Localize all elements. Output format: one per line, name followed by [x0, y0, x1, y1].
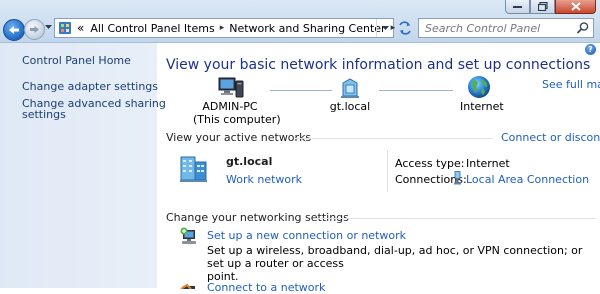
help-icon[interactable]: ?	[585, 44, 596, 55]
network-adapter-icon	[453, 171, 462, 185]
setup-new-connection-description: Set up a wireless, broadband, dial-up, a…	[207, 244, 597, 283]
address-bar[interactable]: « All Control Panel Items ▸ Network and …	[54, 18, 395, 38]
search-input[interactable]	[419, 19, 577, 37]
network-name: gt.local	[329, 100, 371, 113]
address-history-dropdown[interactable]	[376, 19, 393, 37]
setup-new-connection-link[interactable]: Set up a new connection or network	[207, 229, 406, 242]
access-type-value: Internet	[466, 157, 510, 170]
breadcrumb-all-control-panel-items[interactable]: All Control Panel Items	[90, 22, 214, 35]
back-button[interactable]	[3, 19, 25, 41]
breadcrumb-network-and-sharing-center[interactable]: Network and Sharing Center	[229, 22, 385, 35]
chevron-down-icon	[381, 26, 389, 30]
computer-subtitle: (This computer)	[193, 113, 281, 126]
breadcrumb-separator[interactable]: ▸	[220, 23, 225, 33]
window-controls	[505, 0, 596, 14]
section-divider	[295, 138, 493, 139]
change-advanced-sharing-link-continued[interactable]: settings	[22, 108, 66, 122]
description-line-1: Set up a wireless, broadband, dial-up, a…	[207, 244, 583, 270]
active-networks-title: View your active networks	[166, 131, 312, 144]
main-content: ? View your basic network information an…	[157, 43, 600, 294]
breadcrumb-overflow[interactable]: «	[77, 21, 84, 35]
forward-arrow-icon	[30, 26, 39, 33]
search-icon[interactable]	[576, 21, 590, 35]
see-full-map-link[interactable]: See full map	[542, 78, 600, 91]
active-network-name: gt.local	[226, 155, 273, 168]
map-connector-line	[379, 90, 453, 91]
task-pane: Control Panel Home Change adapter settin…	[0, 43, 166, 288]
globe-icon	[467, 75, 491, 99]
network-location-link[interactable]: Work network	[226, 173, 302, 186]
change-adapter-settings-link[interactable]: Change adapter settings	[22, 80, 158, 94]
minimize-icon	[513, 5, 522, 8]
internet-label: Internet	[460, 100, 504, 113]
close-icon	[570, 2, 581, 11]
minimize-button[interactable]	[505, 0, 530, 14]
network-house-icon	[340, 77, 360, 99]
control-panel-icon	[58, 21, 72, 35]
map-connector-line	[270, 90, 332, 91]
maximize-icon	[537, 2, 548, 11]
refresh-icon	[399, 21, 411, 35]
column-divider	[387, 150, 388, 192]
control-panel-home-link[interactable]: Control Panel Home	[22, 54, 131, 68]
search-box[interactable]	[418, 18, 594, 38]
forward-button[interactable]	[24, 19, 45, 40]
access-type-label: Access type:	[395, 157, 465, 170]
back-arrow-icon	[9, 26, 19, 34]
refresh-button[interactable]	[395, 18, 415, 38]
maximize-button[interactable]	[530, 0, 555, 14]
page-title: View your basic network information and …	[166, 57, 591, 73]
new-connection-icon	[179, 227, 201, 247]
address-toolbar: « All Control Panel Items ▸ Network and …	[0, 0, 600, 43]
computer-icon	[217, 77, 245, 101]
work-network-icon	[179, 153, 209, 183]
connect-or-disconnect-link[interactable]: Connect or disconnect	[501, 131, 600, 144]
recent-pages-dropdown[interactable]	[44, 21, 52, 33]
section-divider	[313, 218, 596, 219]
chevron-down-icon	[44, 25, 52, 29]
local-area-connection-link[interactable]: Local Area Connection	[466, 173, 589, 186]
close-button[interactable]	[555, 0, 596, 14]
computer-name: ADMIN-PC	[202, 100, 258, 113]
